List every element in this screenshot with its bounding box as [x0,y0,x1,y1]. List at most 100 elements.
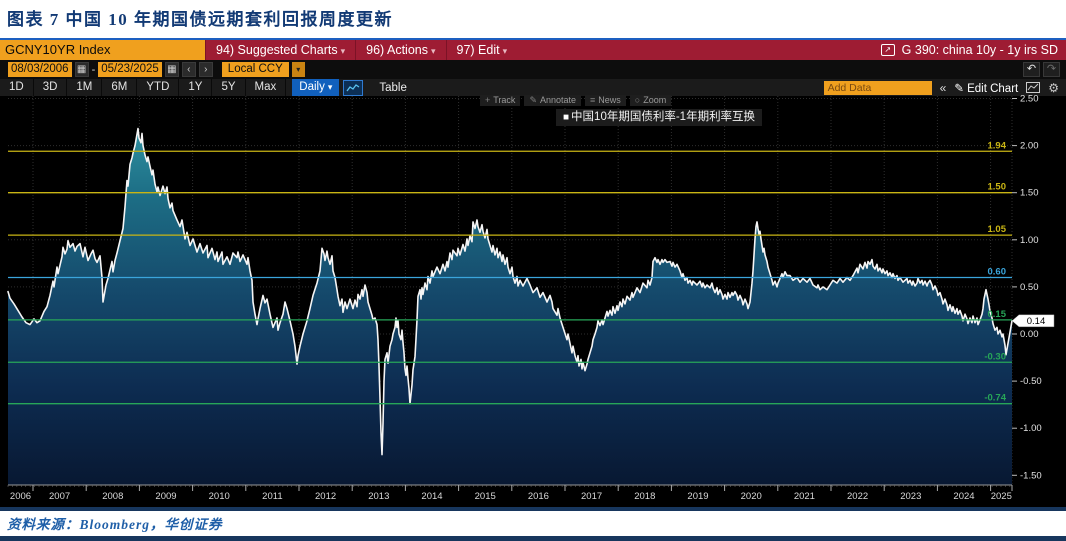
start-calendar-icon[interactable]: ▦ [75,62,89,77]
x-axis-year-label: 2020 [741,491,762,502]
series-area [8,129,1012,485]
x-axis-year-label: 2009 [155,491,176,502]
news-icon: ≡ [590,95,595,105]
y-axis-tick-label: 0.00 [1020,329,1039,340]
add-data-input[interactable]: Add Data [824,81,932,95]
legend-label: 中国10年期国债利率-1年期利率互换 [571,111,755,123]
tab-1y[interactable]: 1Y [179,79,212,96]
y-axis-tick-label: 2.50 [1020,94,1039,105]
x-axis-year-label: 2010 [209,491,230,502]
window-title: ↗ G 390: china 10y - 1y irs SD [881,43,1066,57]
undo-redo-group: ↶ ↷ [1023,62,1066,77]
tab-5y[interactable]: 5Y [212,79,245,96]
currency-dropdown-icon[interactable]: ▾ [292,62,305,77]
chart-toolbar: +Track ✎Annotate ≡News ○Zoom [480,95,671,106]
figure-title: 图表 7 中国 10 年期国债远期套利回报周度更新 [7,5,393,30]
zoom-button[interactable]: ○Zoom [630,95,671,106]
end-calendar-icon[interactable]: ▦ [165,62,179,77]
y-axis-tick-label: -0.50 [1020,376,1042,387]
menu-suggested-charts[interactable]: 94) Suggested Charts▾ [205,40,355,60]
currency-select[interactable]: Local CCY [222,62,289,77]
gear-icon[interactable]: ⚙ [1048,81,1059,95]
crosshair-icon: + [485,95,490,105]
tab-6m[interactable]: 6M [102,79,137,96]
table-view-button[interactable]: Table [379,82,407,94]
price-chart[interactable]: 2.50 2.00 1.50 1.00 0.50 0.00 -0.50 -1.00 -1.50 1… [0,96,1066,507]
end-date-input[interactable]: 05/23/2025 [98,62,162,77]
track-button[interactable]: +Track [480,95,520,106]
tab-1d[interactable]: 1D [0,79,34,96]
y-axis-tick-label: 0.50 [1020,282,1039,293]
report-page: 图表 7 中国 10 年期国债远期套利回报周度更新 GCNY10YR Index… [0,0,1066,541]
x-axis-year-label: 2018 [634,491,655,502]
x-axis-year-label: 2014 [421,491,442,502]
x-axis-year-label: 2023 [900,491,921,502]
period-select[interactable]: Daily▾ [292,79,339,96]
chart-settings-icon[interactable] [1026,82,1040,93]
menu-edit[interactable]: 97) Edit▾ [446,40,518,60]
x-axis-year-label: 2007 [49,491,70,502]
menu-bar: GCNY10YR Index 94) Suggested Charts▾ 96)… [0,40,1066,60]
level-label--0.74: -0.74 [984,393,1006,404]
magnifier-icon: ○ [635,95,640,105]
level-label-1.50: 1.50 [988,182,1007,193]
menu-actions[interactable]: 96) Actions▾ [355,40,445,60]
tab-max[interactable]: Max [246,79,287,96]
news-button[interactable]: ≡News [585,95,626,106]
x-axis-year-label: 2016 [528,491,549,502]
x-axis-year-label: 2012 [315,491,336,502]
pencil-icon: ✎ [954,83,964,95]
tab-1m[interactable]: 1M [67,79,102,96]
export-icon[interactable]: ↗ [881,44,895,56]
start-date-input[interactable]: 08/03/2006 [8,62,72,77]
level-label-0.15: 0.15 [988,309,1007,320]
y-axis-tick-label: 1.00 [1020,235,1039,246]
x-axis-year-label: 2006 [10,491,31,502]
edit-chart-button[interactable]: ✎ Edit Chart [954,81,1018,95]
table-border-bottom [0,536,1066,541]
prev-period-button[interactable]: ‹ [182,62,196,77]
chevron-down-icon: ▾ [503,46,508,56]
x-axis-year-label: 2021 [794,491,815,502]
y-axis-tick-label: -1.50 [1020,470,1042,481]
x-axis-year-label: 2022 [847,491,868,502]
level-label--0.30: -0.30 [984,351,1006,362]
table-border-top [0,507,1066,511]
chevron-down-icon: ▾ [328,82,333,92]
y-axis-tick-label: 2.00 [1020,141,1039,152]
next-period-button[interactable]: › [199,62,213,77]
chevron-down-icon: ▾ [341,46,346,56]
pencil-icon: ✎ [529,95,537,105]
level-label-1.05: 1.05 [988,224,1007,235]
level-label-1.94: 1.94 [988,140,1007,151]
line-chart-type-icon[interactable] [343,80,363,96]
tab-3d[interactable]: 3D [34,79,68,96]
last-price-value: 0.14 [1027,316,1046,327]
x-axis-year-label: 2011 [262,491,282,502]
y-axis-tick-label: 1.50 [1020,188,1039,199]
series-legend: ■中国10年期国债利率-1年期利率互换 [556,109,762,126]
x-axis-year-label: 2024 [953,491,974,502]
bloomberg-terminal: GCNY10YR Index 94) Suggested Charts▾ 96)… [0,38,1066,507]
x-axis-year-label: 2008 [102,491,123,502]
date-bar: 08/03/2006 ▦ - 05/23/2025 ▦ ‹ › Local CC… [0,60,1066,79]
x-axis-year-label: 2013 [368,491,389,502]
range-tab-bar: 1D 3D 1M 6M YTD 1Y 5Y Max Daily▾ Table A… [0,79,1066,96]
collapse-panel-icon[interactable]: « [940,81,947,95]
chevron-down-icon: ▾ [431,46,436,56]
x-axis-year-label: 2025 [991,491,1012,502]
date-separator: - [92,64,96,76]
tab-ytd[interactable]: YTD [137,79,179,96]
annotate-button[interactable]: ✎Annotate [524,95,581,106]
window-title-text: G 390: china 10y - 1y irs SD [902,43,1058,57]
x-axis-year-label: 2017 [581,491,602,502]
x-axis-year-label: 2019 [687,491,708,502]
y-axis-tick-label: -1.00 [1020,423,1042,434]
redo-button[interactable]: ↷ [1043,62,1060,77]
legend-marker-icon: ■ [563,112,569,123]
data-source-note: 资料来源：Bloomberg，华创证券 [7,513,223,533]
level-label-0.60: 0.60 [988,266,1007,277]
tabbar-right-tools: Add Data « ✎ Edit Chart ⚙ [824,81,1066,95]
undo-button[interactable]: ↶ [1023,62,1040,77]
security-ticker-input[interactable]: GCNY10YR Index [0,40,205,60]
